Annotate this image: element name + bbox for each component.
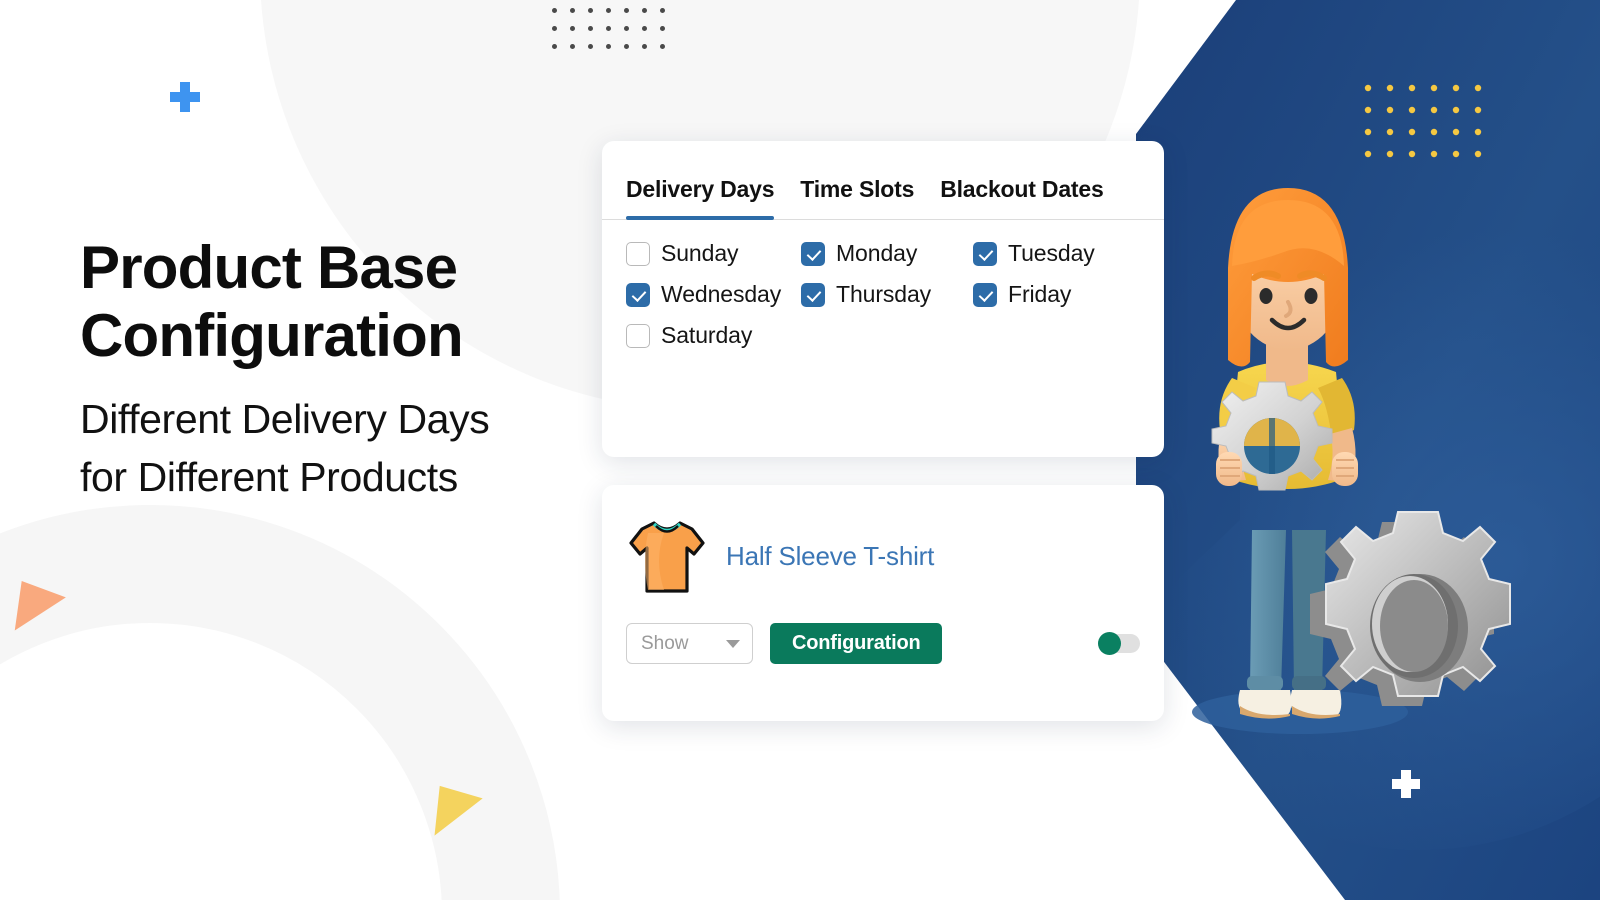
day-checkbox-wednesday[interactable]: Wednesday: [626, 281, 801, 308]
tshirt-icon: [629, 521, 705, 593]
day-label-tuesday: Tuesday: [1008, 240, 1095, 266]
day-checkbox-sunday[interactable]: Sunday: [626, 240, 801, 267]
gear-large-icon: [1310, 511, 1511, 706]
day-label-friday: Friday: [1008, 281, 1072, 307]
day-checkbox-friday[interactable]: Friday: [973, 281, 1140, 308]
day-label-wednesday: Wednesday: [661, 281, 782, 307]
day-label-sunday: Sunday: [661, 240, 739, 266]
hero-text-block: Product Base Configuration Different Del…: [80, 234, 620, 506]
checkbox-wednesday-icon[interactable]: [626, 282, 650, 307]
day-checkbox-thursday[interactable]: Thursday: [801, 281, 973, 308]
chevron-down-icon: [726, 639, 740, 648]
product-enable-toggle[interactable]: [1098, 632, 1140, 655]
page-title-line-2: Configuration: [80, 301, 464, 369]
day-checkbox-tuesday[interactable]: Tuesday: [973, 240, 1140, 267]
page-title-line-1: Product Base: [80, 234, 458, 301]
checkbox-sunday-icon[interactable]: [626, 241, 650, 266]
checkbox-friday-icon[interactable]: [973, 282, 997, 307]
checkbox-tuesday-icon[interactable]: [973, 241, 997, 266]
checkbox-monday-icon[interactable]: [801, 241, 825, 266]
checkbox-saturday-icon[interactable]: [626, 323, 650, 348]
show-dropdown-value: Show: [641, 632, 689, 654]
day-label-saturday: Saturday: [661, 322, 753, 348]
promo-banner: Product Base Configuration Different Del…: [0, 0, 1600, 900]
product-card: Half Sleeve T-shirt Show Configuration: [602, 485, 1164, 721]
configuration-button[interactable]: Configuration: [770, 623, 943, 664]
day-checkbox-monday[interactable]: Monday: [801, 240, 973, 267]
delivery-days-card: Delivery Days Time Slots Blackout Dates …: [602, 141, 1164, 457]
delivery-days-list: Sunday Monday Tuesday Wednesday Thursday…: [602, 220, 1164, 349]
day-checkbox-saturday[interactable]: Saturday: [626, 322, 801, 349]
product-header-row: Half Sleeve T-shirt: [602, 485, 1164, 599]
tab-time-slots[interactable]: Time Slots: [800, 176, 914, 219]
tab-blackout-dates[interactable]: Blackout Dates: [940, 176, 1104, 219]
tab-bar: Delivery Days Time Slots Blackout Dates: [602, 141, 1164, 220]
tab-delivery-days[interactable]: Delivery Days: [626, 176, 775, 220]
toggle-knob: [1098, 632, 1121, 655]
show-dropdown[interactable]: Show: [626, 623, 753, 664]
day-label-monday: Monday: [836, 240, 918, 266]
product-controls-row: Show Configuration: [602, 599, 1164, 664]
page-subtitle-line-2: for Different Products: [80, 453, 458, 500]
day-label-thursday: Thursday: [836, 281, 932, 307]
page-title: Product Base Configuration: [80, 234, 620, 370]
page-subtitle: Different Delivery Days for Different Pr…: [80, 390, 620, 506]
product-name-link[interactable]: Half Sleeve T-shirt: [726, 541, 934, 572]
plus-white-icon: [1392, 770, 1420, 798]
checkbox-thursday-icon[interactable]: [801, 282, 825, 307]
page-subtitle-line-1: Different Delivery Days: [80, 395, 490, 442]
